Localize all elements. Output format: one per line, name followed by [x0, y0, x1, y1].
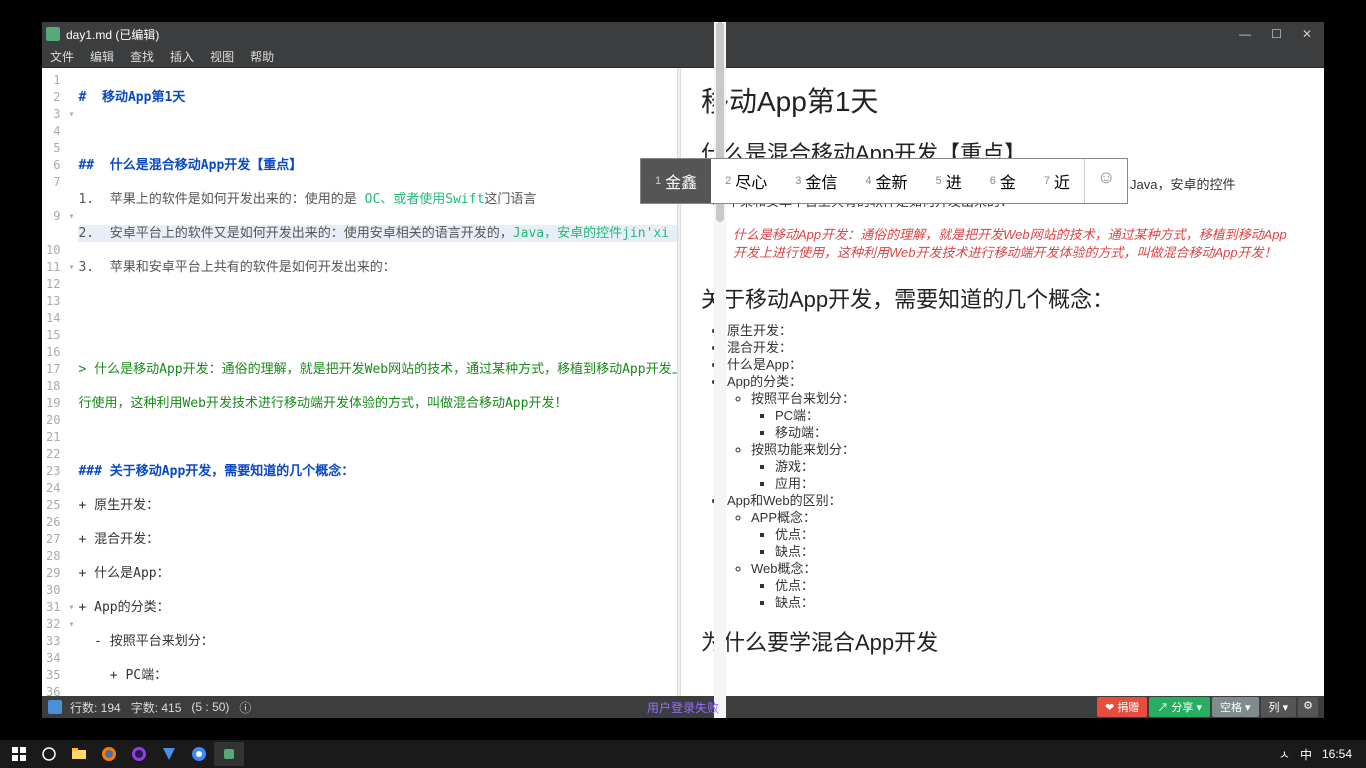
menu-view[interactable]: 视图: [210, 48, 234, 65]
menubar: 文件 编辑 查找 插入 视图 帮助: [42, 46, 1324, 68]
firefox-dev-icon[interactable]: [124, 742, 154, 766]
source-pane[interactable]: 1234567910111213141516171819202122232425…: [42, 68, 677, 696]
ime-candidate-6[interactable]: 6金: [976, 159, 1030, 203]
preview-h2-2: 关于移动App开发，需要知道的几个概念：: [701, 282, 1304, 314]
preview-ul: 原生开发： 混合开发： 什么是App： App的分类： 按照平台来划分： PC端…: [727, 322, 1304, 611]
status-center-message: 用户登录失败: [647, 699, 719, 716]
start-button[interactable]: [4, 742, 34, 766]
source-code[interactable]: # 移动App第1天 ## 什么是混合移动App开发【重点】 1. 苹果上的软件…: [74, 68, 677, 696]
ime-candidate-4[interactable]: 4金新: [851, 159, 921, 203]
column-button[interactable]: 列 ▾: [1261, 697, 1297, 717]
chrome-icon[interactable]: [184, 742, 214, 766]
space-button[interactable]: 空格 ▾: [1212, 697, 1259, 717]
app-icon: [46, 27, 60, 41]
taskbar[interactable]: ㅅ 中 16:54: [0, 740, 1366, 768]
minimize-button[interactable]: —: [1239, 27, 1251, 41]
app-icon-1[interactable]: [154, 742, 184, 766]
system-tray[interactable]: ㅅ 中 16:54: [1279, 746, 1362, 763]
ime-candidate-1[interactable]: 1金鑫: [641, 159, 711, 203]
menu-find[interactable]: 查找: [130, 48, 154, 65]
line-gutter: 1234567910111213141516171819202122232425…: [42, 68, 68, 696]
preview-h1: 移动App第1天: [701, 80, 1304, 120]
ime-candidate-3[interactable]: 3金信: [781, 159, 851, 203]
titlebar[interactable]: day1.md (已编辑) — ☐ ✕: [42, 22, 1324, 46]
window-title: day1.md (已编辑): [66, 26, 1239, 43]
menu-insert[interactable]: 插入: [170, 48, 194, 65]
tray-lang[interactable]: 中: [1300, 746, 1312, 763]
settings-button[interactable]: ⚙: [1298, 697, 1318, 717]
tray-up-icon[interactable]: ㅅ: [1279, 746, 1290, 763]
close-button[interactable]: ✕: [1302, 27, 1312, 41]
cortana-icon[interactable]: [34, 742, 64, 766]
explorer-icon[interactable]: [64, 742, 94, 766]
maximize-button[interactable]: ☐: [1271, 27, 1282, 41]
status-file-icon: [48, 700, 62, 714]
ime-candidates[interactable]: 1金鑫 2尽心 3金信 4金新 5进 6金 7近 ☺: [640, 158, 1128, 204]
ime-emoji-button[interactable]: ☺: [1084, 159, 1127, 203]
donate-button[interactable]: ❤ 捐赠: [1097, 697, 1147, 717]
ime-candidate-7[interactable]: 7近: [1030, 159, 1084, 203]
preview-h2-3: 为什么要学混合App开发: [701, 625, 1304, 657]
tray-time: 16:54: [1322, 747, 1352, 761]
ime-candidate-5[interactable]: 5进: [922, 159, 976, 203]
share-button[interactable]: ↗ 分享 ▾: [1149, 697, 1210, 717]
editor-window: day1.md (已编辑) — ☐ ✕ 文件 编辑 查找 插入 视图 帮助 12…: [42, 22, 1324, 718]
status-pos: (5 : 50): [191, 700, 229, 714]
status-lines: 行数: 194: [70, 699, 121, 716]
menu-file[interactable]: 文件: [50, 48, 74, 65]
preview-blockquote: 什么是移动App开发：通俗的理解，就是把开发Web网站的技术，通过某种方式，移植…: [719, 220, 1304, 268]
preview-scrollbar[interactable]: [1314, 68, 1324, 696]
menu-edit[interactable]: 编辑: [90, 48, 114, 65]
editor-taskbar-icon[interactable]: [214, 742, 244, 766]
firefox-icon[interactable]: [94, 742, 124, 766]
status-chars: 字数: 415: [131, 699, 182, 716]
menu-help[interactable]: 帮助: [250, 48, 274, 65]
ime-candidate-2[interactable]: 2尽心: [711, 159, 781, 203]
statusbar: 行数: 194 字数: 415 (5 : 50) ⓘ 用户登录失败 ❤ 捐赠 ↗…: [42, 696, 1324, 718]
info-icon[interactable]: ⓘ: [239, 699, 251, 716]
